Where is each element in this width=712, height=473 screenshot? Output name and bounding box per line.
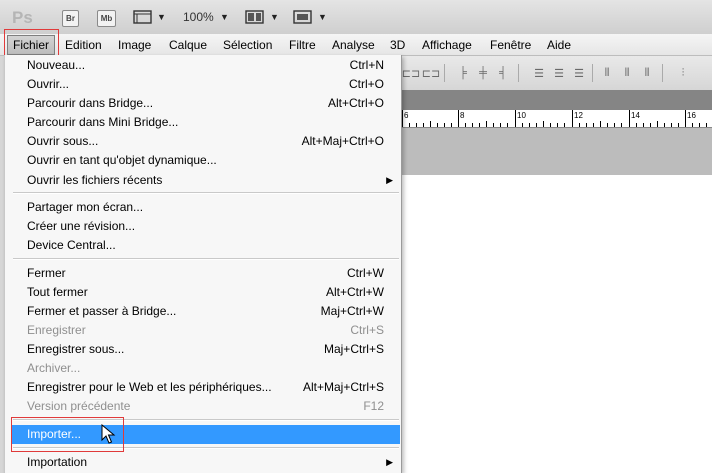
menu-item-archiver[interactable]: Archiver... xyxy=(5,359,401,378)
ruler-label: 12 xyxy=(574,111,583,120)
menu-separator xyxy=(13,447,399,449)
chevron-down-icon[interactable]: ▼ xyxy=(157,12,166,22)
menu-item-version-precedente[interactable]: Version précédente F12 xyxy=(5,397,401,416)
chevron-down-icon[interactable]: ▼ xyxy=(270,12,279,22)
menu-affichage[interactable]: Affichage xyxy=(419,37,475,53)
menu-fichier[interactable]: Fichier xyxy=(7,35,56,55)
menu-item-tout-fermer[interactable]: Tout fermer Alt+Ctrl+W xyxy=(5,283,401,302)
menu-separator xyxy=(13,419,399,421)
distribute-icon[interactable]: ⫴ xyxy=(620,67,634,79)
photoshop-logo: Ps xyxy=(12,8,33,27)
align-icon[interactable]: ⊏⊐ xyxy=(422,67,440,80)
menu-item-ouvrir[interactable]: Ouvrir... Ctrl+O xyxy=(5,75,401,94)
chevron-down-icon[interactable]: ▼ xyxy=(220,12,229,22)
menu-fenetre[interactable]: Fenêtre xyxy=(487,37,534,53)
menu-item-ouvrir-objet-dynamique[interactable]: Ouvrir en tant qu'objet dynamique... xyxy=(5,151,401,170)
menu-aide[interactable]: Aide xyxy=(544,37,574,53)
fichier-menu: Nouveau... Ctrl+N Ouvrir... Ctrl+O Parcour… xyxy=(4,55,402,473)
menu-analyse[interactable]: Analyse xyxy=(329,37,378,53)
menu-selection[interactable]: Sélection xyxy=(220,37,275,53)
ruler-label: 6 xyxy=(404,111,409,120)
ruler-ticks xyxy=(402,110,707,127)
menu-item-ouvrir-sous[interactable]: Ouvrir sous... Alt+Maj+Ctrl+O xyxy=(5,132,401,151)
distribute-icon[interactable]: ⫴ xyxy=(640,67,654,79)
distribute-icon[interactable]: ☰ xyxy=(572,67,586,80)
application-bar: Ps Br Mb ▼ 100% ▼ ▼ ▼ xyxy=(0,0,712,35)
menu-item-fichiers-recents[interactable]: Ouvrir les fichiers récents ▶ xyxy=(5,171,401,190)
ruler-label: 8 xyxy=(460,111,465,120)
menu-item-fermer-passer-bridge[interactable]: Fermer et passer à Bridge... Maj+Ctrl+W xyxy=(5,302,401,321)
menu-item-fermer[interactable]: Fermer Ctrl+W xyxy=(5,264,401,283)
menu-item-importation[interactable]: Importation ▶ xyxy=(5,453,401,472)
screen-mode-icon[interactable] xyxy=(293,9,313,28)
pasteboard xyxy=(400,128,712,175)
menu-bar: Fichier Edition Image Calque Sélection F… xyxy=(0,34,712,56)
submenu-arrow-icon: ▶ xyxy=(386,457,393,467)
chevron-down-icon[interactable]: ▼ xyxy=(318,12,327,22)
menu-item-parcourir-bridge[interactable]: Parcourir dans Bridge... Alt+Ctrl+O xyxy=(5,94,401,113)
menu-edition[interactable]: Edition xyxy=(62,37,105,53)
ruler-label: 16 xyxy=(687,111,696,120)
menu-item-nouveau[interactable]: Nouveau... Ctrl+N xyxy=(5,56,401,75)
menu-item-enregistrer[interactable]: Enregistrer Ctrl+S xyxy=(5,321,401,340)
launch-bridge-button[interactable]: Br xyxy=(62,10,79,27)
submenu-arrow-icon: ▶ xyxy=(386,175,393,185)
view-extras-icon[interactable] xyxy=(133,9,153,28)
ruler-label: 10 xyxy=(517,111,526,120)
distribute-icon[interactable]: ⫴ xyxy=(600,67,614,79)
arrange-documents-icon[interactable] xyxy=(245,9,265,28)
menu-calque[interactable]: Calque xyxy=(166,37,210,53)
align-icon[interactable]: ╡ xyxy=(496,67,510,79)
menu-item-partager-ecran[interactable]: Partager mon écran... xyxy=(5,198,401,217)
menu-item-importer[interactable]: Importer... xyxy=(12,425,400,444)
distribute-icon[interactable]: ☰ xyxy=(552,67,566,80)
document-canvas[interactable] xyxy=(400,175,712,473)
menu-image[interactable]: Image xyxy=(115,37,154,53)
menu-item-device-central[interactable]: Device Central... xyxy=(5,236,401,255)
options-bar: ⊏⊐ ⊏⊐ ╞ ╪ ╡ ☰ ☰ ☰ ⫴ ⫴ ⫴ ⫶ xyxy=(400,56,712,91)
document-tab-strip xyxy=(400,90,712,111)
menu-3d[interactable]: 3D xyxy=(387,37,408,53)
menu-separator xyxy=(13,258,399,260)
menu-item-enregistrer-web[interactable]: Enregistrer pour le Web et les périphéri… xyxy=(5,378,401,397)
mouse-pointer-icon xyxy=(101,424,116,444)
launch-mini-bridge-button[interactable]: Mb xyxy=(97,10,116,27)
zoom-level[interactable]: 100% xyxy=(183,10,214,24)
menu-item-creer-revision[interactable]: Créer une révision... xyxy=(5,217,401,236)
align-icon[interactable]: ╞ xyxy=(456,67,470,79)
menu-filtre[interactable]: Filtre xyxy=(286,37,319,53)
auto-align-icon[interactable]: ⫶ xyxy=(676,67,690,79)
align-icon[interactable]: ⊏⊐ xyxy=(402,67,420,80)
distribute-icon[interactable]: ☰ xyxy=(532,67,546,80)
menu-separator xyxy=(13,192,399,194)
menu-item-enregistrer-sous[interactable]: Enregistrer sous... Maj+Ctrl+S xyxy=(5,340,401,359)
horizontal-ruler[interactable]: 6 8 10 12 14 16 xyxy=(400,110,712,128)
align-icon[interactable]: ╪ xyxy=(476,67,490,79)
ruler-label: 14 xyxy=(631,111,640,120)
menu-item-parcourir-mini-bridge[interactable]: Parcourir dans Mini Bridge... xyxy=(5,113,401,132)
